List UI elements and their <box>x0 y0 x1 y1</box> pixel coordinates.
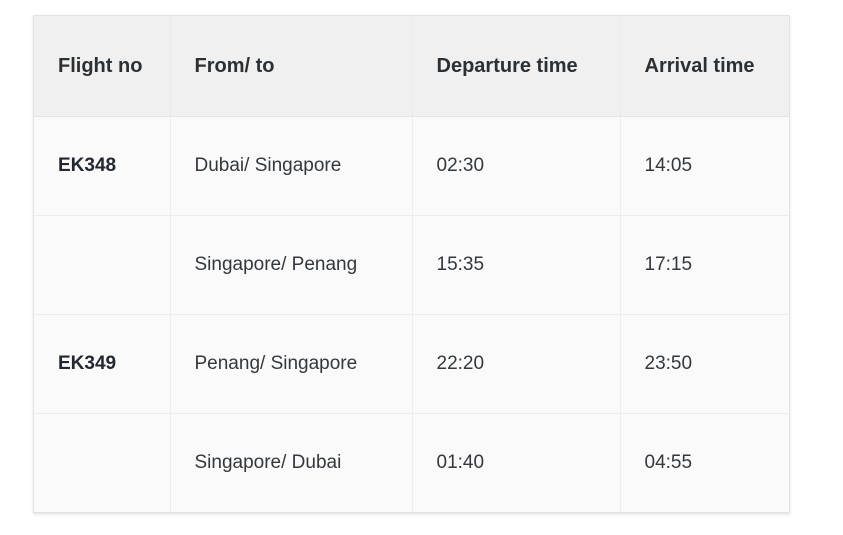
table-row: EK348 Dubai/ Singapore 02:30 14:05 <box>34 116 789 216</box>
flight-schedule-table: Flight no From/ to Departure time Arriva… <box>34 16 789 512</box>
cell-from-to: Singapore/ Penang <box>170 215 413 315</box>
cell-arrival-time: 23:50 <box>620 314 789 414</box>
cell-flight-no: EK348 <box>34 116 171 216</box>
cell-arrival-time: 17:15 <box>620 215 789 315</box>
cell-flight-no: EK349 <box>34 314 171 414</box>
cell-from-to: Dubai/ Singapore <box>170 116 413 216</box>
cell-flight-no <box>34 413 171 512</box>
cell-from-to: Singapore/ Dubai <box>170 413 413 512</box>
column-header-flight-no: Flight no <box>34 16 171 117</box>
cell-departure-time: 02:30 <box>412 116 621 216</box>
column-header-arrival-time: Arrival time <box>620 16 789 117</box>
cell-arrival-time: 04:55 <box>620 413 789 512</box>
table-header-row: Flight no From/ to Departure time Arriva… <box>34 16 789 117</box>
column-header-from-to: From/ to <box>170 16 413 117</box>
table-header: Flight no From/ to Departure time Arriva… <box>34 16 789 117</box>
table-body: EK348 Dubai/ Singapore 02:30 14:05 Singa… <box>34 116 789 512</box>
cell-departure-time: 22:20 <box>412 314 621 414</box>
flight-schedule-table-container: Flight no From/ to Departure time Arriva… <box>33 15 790 513</box>
cell-flight-no <box>34 215 171 315</box>
column-header-departure-time: Departure time <box>412 16 621 117</box>
cell-departure-time: 01:40 <box>412 413 621 512</box>
cell-departure-time: 15:35 <box>412 215 621 315</box>
table-row: Singapore/ Dubai 01:40 04:55 <box>34 413 789 512</box>
cell-from-to: Penang/ Singapore <box>170 314 413 414</box>
page-root: Flight no From/ to Departure time Arriva… <box>0 0 843 535</box>
table-row: Singapore/ Penang 15:35 17:15 <box>34 215 789 315</box>
table-row: EK349 Penang/ Singapore 22:20 23:50 <box>34 314 789 414</box>
cell-arrival-time: 14:05 <box>620 116 789 216</box>
